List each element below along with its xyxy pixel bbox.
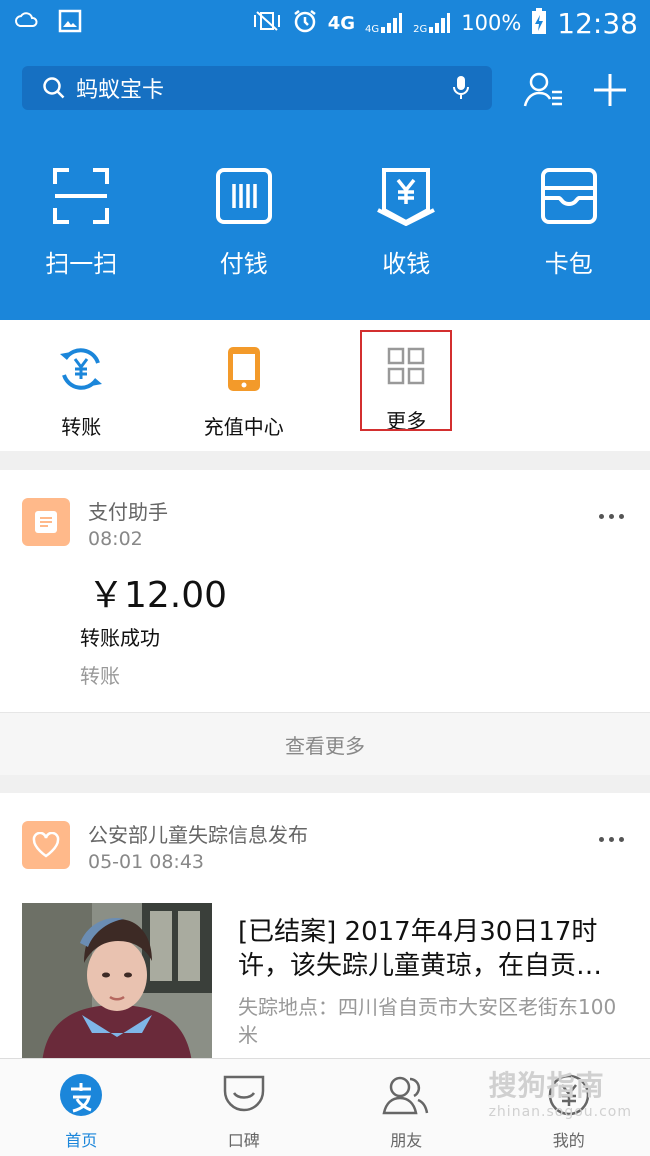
microphone-icon[interactable] xyxy=(452,75,470,101)
news-time: 05-01 08:43 xyxy=(88,851,204,873)
receive-button[interactable]: 收钱 xyxy=(325,166,488,279)
tab-koubei[interactable]: 口碑 xyxy=(163,1059,326,1156)
add-icon[interactable] xyxy=(590,70,630,114)
tab-friends[interactable]: 朋友 xyxy=(325,1059,488,1156)
battery-charging-icon xyxy=(531,7,547,40)
signal-4g-icon: 4G xyxy=(365,11,403,35)
card-wallet-icon xyxy=(539,166,599,232)
payment-card[interactable]: 支付助手 08:02 ￥12.00 转账成功 转账 xyxy=(0,470,650,712)
signal-2g-icon: 2G xyxy=(413,11,451,35)
contacts-icon[interactable] xyxy=(522,70,566,114)
news-app-name: 公安部儿童失踪信息发布 xyxy=(88,819,308,848)
pay-button[interactable]: 付钱 xyxy=(163,166,326,279)
card-time: 08:02 xyxy=(88,528,143,550)
payment-type: 转账 xyxy=(80,660,120,689)
koubei-icon xyxy=(222,1073,266,1121)
topup-button[interactable]: 充值中心 xyxy=(163,320,326,451)
quick-actions: 扫一扫 付钱 收钱 卡包 xyxy=(0,166,650,279)
clock-time: 12:38 xyxy=(557,7,638,40)
status-bar: 4G 4G 2G 100% 12:38 xyxy=(0,0,650,46)
heart-app-icon xyxy=(22,821,70,869)
tab-home-label: 首页 xyxy=(65,1127,97,1151)
transfer-icon xyxy=(58,346,104,397)
vibrate-mute-icon xyxy=(252,9,282,38)
friends-icon xyxy=(382,1073,430,1121)
assistant-app-icon xyxy=(22,498,70,546)
weather-icon xyxy=(14,10,40,36)
tab-mine-label: 我的 xyxy=(553,1127,585,1151)
payment-status: 转账成功 xyxy=(80,622,160,651)
receive-label: 收钱 xyxy=(382,244,430,279)
missing-child-photo xyxy=(22,903,212,1063)
news-card[interactable]: 公安部儿童失踪信息发布 05-01 08:43 [已结案] 2017年4月30日… xyxy=(0,793,650,1058)
scan-button[interactable]: 扫一扫 xyxy=(0,166,163,279)
watermark-sub: zhinan.sogou.com xyxy=(489,1104,632,1120)
card-app-name: 支付助手 xyxy=(88,496,168,525)
news-location: 失踪地点：四川省自贡市大安区老街东100米 xyxy=(238,993,623,1049)
battery-percent: 100% xyxy=(461,11,521,35)
search-icon xyxy=(42,76,66,100)
scan-icon xyxy=(51,166,111,232)
phone-topup-icon xyxy=(221,346,267,397)
gallery-icon xyxy=(58,9,82,37)
shortcut-row: 转账 充值中心 更多 xyxy=(0,320,650,451)
topup-label: 充值中心 xyxy=(204,411,284,440)
top-header: 蚂蚁宝卡 扫一扫 付钱 收钱 xyxy=(0,46,650,320)
network-4g-label: 4G xyxy=(328,13,355,34)
tab-home[interactable]: 首页 xyxy=(0,1059,163,1156)
payment-amount: ￥12.00 xyxy=(88,566,227,618)
watermark: 搜狗指南 zhinan.sogou.com xyxy=(489,1064,632,1120)
search-value: 蚂蚁宝卡 xyxy=(76,72,164,104)
more-options-icon[interactable] xyxy=(599,514,624,519)
highlight-box xyxy=(360,330,452,431)
watermark-text: 搜狗指南 xyxy=(489,1069,605,1102)
yuan-receive-icon xyxy=(374,166,438,232)
more-options-icon[interactable] xyxy=(599,837,624,842)
alarm-icon xyxy=(292,8,318,39)
pay-label: 付钱 xyxy=(220,244,268,279)
news-title: [已结案] 2017年4月30日17时许，该失踪儿童黄琼，在自贡… xyxy=(238,915,623,983)
card-wallet-label: 卡包 xyxy=(545,244,593,279)
alipay-home-icon xyxy=(59,1073,103,1121)
tab-friends-label: 朋友 xyxy=(390,1127,422,1151)
transfer-label: 转账 xyxy=(61,411,101,440)
transfer-button[interactable]: 转账 xyxy=(0,320,163,451)
barcode-icon xyxy=(214,166,274,232)
tab-koubei-label: 口碑 xyxy=(228,1127,260,1151)
search-input[interactable]: 蚂蚁宝卡 xyxy=(22,66,492,110)
card-wallet-button[interactable]: 卡包 xyxy=(488,166,650,279)
scan-label: 扫一扫 xyxy=(45,244,117,279)
see-more-button[interactable]: 查看更多 xyxy=(0,712,650,775)
